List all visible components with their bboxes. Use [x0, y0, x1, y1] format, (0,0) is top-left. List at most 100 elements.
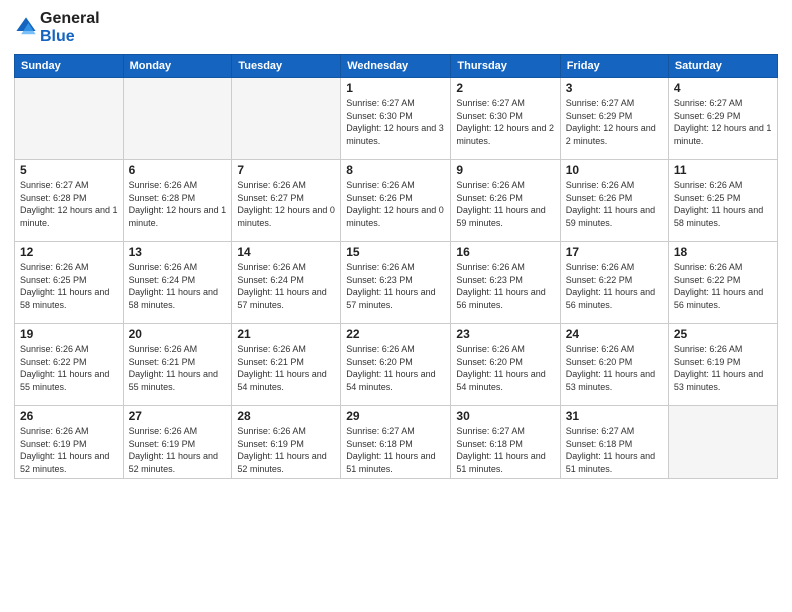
- calendar-cell: 29 Sunrise: 6:27 AM Sunset: 6:18 PM Dayli…: [341, 406, 451, 479]
- day-number: 17: [566, 245, 663, 259]
- page: General Blue Sunday Monday Tuesday Wedne…: [0, 0, 792, 612]
- calendar-cell: 12 Sunrise: 6:26 AM Sunset: 6:25 PM Dayli…: [15, 242, 124, 324]
- day-number: 27: [129, 409, 227, 423]
- day-number: 31: [566, 409, 663, 423]
- calendar-cell: 13Sunrise: 6:26 AM Sunset: 6:24 PM Dayli…: [123, 242, 232, 324]
- day-info: Sunrise: 6:27 AM Sunset: 6:29 PM Dayligh…: [674, 97, 772, 147]
- day-info: Sunrise: 6:26 AM Sunset: 6:26 PM Dayligh…: [456, 179, 554, 229]
- header: General Blue: [14, 10, 778, 46]
- logo-line1: General: [40, 10, 100, 28]
- day-number: 11: [674, 163, 772, 177]
- calendar-cell: 15 Sunrise: 6:26 AM Sunset: 6:23 PM Dayli…: [341, 242, 451, 324]
- col-monday: Monday: [123, 55, 232, 78]
- calendar-cell: 25 Sunrise: 6:26 AM Sunset: 6:19 PM Dayli…: [668, 324, 777, 406]
- day-number: 14: [237, 245, 335, 259]
- day-info: Sunrise: 6:26 AM Sunset: 6:21 PM Dayligh…: [129, 343, 227, 393]
- day-info: Sunrise: 6:27 AM Sunset: 6:30 PM Dayligh…: [456, 97, 554, 147]
- calendar-cell: 11Sunrise: 6:26 AM Sunset: 6:25 PM Dayli…: [668, 160, 777, 242]
- day-info: Sunrise: 6:26 AM Sunset: 6:21 PM Dayligh…: [237, 343, 335, 393]
- day-info: Sunrise: 6:26 AM Sunset: 6:26 PM Dayligh…: [566, 179, 663, 229]
- day-info: Sunrise: 6:26 AM Sunset: 6:22 PM Dayligh…: [20, 343, 118, 393]
- day-number: 7: [237, 163, 335, 177]
- day-number: 26: [20, 409, 118, 423]
- col-sunday: Sunday: [15, 55, 124, 78]
- col-thursday: Thursday: [451, 55, 560, 78]
- day-number: 23: [456, 327, 554, 341]
- calendar-cell: 30 Sunrise: 6:27 AM Sunset: 6:18 PM Dayli…: [451, 406, 560, 479]
- calendar-cell: 10 Sunrise: 6:26 AM Sunset: 6:26 PM Dayli…: [560, 160, 668, 242]
- day-info: Sunrise: 6:26 AM Sunset: 6:19 PM Dayligh…: [674, 343, 772, 393]
- calendar-cell: [15, 78, 124, 160]
- day-number: 18: [674, 245, 772, 259]
- day-info: Sunrise: 6:26 AM Sunset: 6:19 PM Dayligh…: [237, 425, 335, 475]
- day-number: 9: [456, 163, 554, 177]
- day-info: Sunrise: 6:26 AM Sunset: 6:26 PM Dayligh…: [346, 179, 445, 229]
- col-tuesday: Tuesday: [232, 55, 341, 78]
- logo-icon: [14, 15, 38, 39]
- day-number: 3: [566, 81, 663, 95]
- day-number: 15: [346, 245, 445, 259]
- day-number: 5: [20, 163, 118, 177]
- day-number: 2: [456, 81, 554, 95]
- calendar-cell: 27 Sunrise: 6:26 AM Sunset: 6:19 PM Dayli…: [123, 406, 232, 479]
- day-number: 28: [237, 409, 335, 423]
- col-friday: Friday: [560, 55, 668, 78]
- calendar-cell: 26 Sunrise: 6:26 AM Sunset: 6:19 PM Dayli…: [15, 406, 124, 479]
- day-number: 16: [456, 245, 554, 259]
- day-number: 20: [129, 327, 227, 341]
- day-info: Sunrise: 6:26 AM Sunset: 6:19 PM Dayligh…: [20, 425, 118, 475]
- day-number: 8: [346, 163, 445, 177]
- logo: General Blue: [14, 10, 100, 46]
- calendar-cell: [668, 406, 777, 479]
- day-info: Sunrise: 6:26 AM Sunset: 6:24 PM Dayligh…: [129, 261, 227, 311]
- day-info: Sunrise: 6:26 AM Sunset: 6:25 PM Dayligh…: [20, 261, 118, 311]
- calendar-cell: 3 Sunrise: 6:27 AM Sunset: 6:29 PM Daylig…: [560, 78, 668, 160]
- calendar-cell: 20 Sunrise: 6:26 AM Sunset: 6:21 PM Dayli…: [123, 324, 232, 406]
- day-info: Sunrise: 6:26 AM Sunset: 6:20 PM Dayligh…: [346, 343, 445, 393]
- calendar-cell: 24Sunrise: 6:26 AM Sunset: 6:20 PM Dayli…: [560, 324, 668, 406]
- day-number: 21: [237, 327, 335, 341]
- calendar-cell: 1 Sunrise: 6:27 AM Sunset: 6:30 PM Daylig…: [341, 78, 451, 160]
- day-number: 6: [129, 163, 227, 177]
- calendar-cell: [123, 78, 232, 160]
- day-info: Sunrise: 6:27 AM Sunset: 6:29 PM Dayligh…: [566, 97, 663, 147]
- calendar-cell: 9 Sunrise: 6:26 AM Sunset: 6:26 PM Daylig…: [451, 160, 560, 242]
- calendar-cell: 2 Sunrise: 6:27 AM Sunset: 6:30 PM Daylig…: [451, 78, 560, 160]
- calendar-cell: 31Sunrise: 6:27 AM Sunset: 6:18 PM Dayli…: [560, 406, 668, 479]
- calendar-cell: 17 Sunrise: 6:26 AM Sunset: 6:22 PM Dayli…: [560, 242, 668, 324]
- day-number: 24: [566, 327, 663, 341]
- day-number: 19: [20, 327, 118, 341]
- day-info: Sunrise: 6:27 AM Sunset: 6:18 PM Dayligh…: [346, 425, 445, 475]
- calendar-cell: 16 Sunrise: 6:26 AM Sunset: 6:23 PM Dayli…: [451, 242, 560, 324]
- calendar-cell: 8 Sunrise: 6:26 AM Sunset: 6:26 PM Daylig…: [341, 160, 451, 242]
- col-wednesday: Wednesday: [341, 55, 451, 78]
- day-number: 12: [20, 245, 118, 259]
- day-info: Sunrise: 6:26 AM Sunset: 6:23 PM Dayligh…: [456, 261, 554, 311]
- calendar-cell: 6 Sunrise: 6:26 AM Sunset: 6:28 PM Daylig…: [123, 160, 232, 242]
- col-saturday: Saturday: [668, 55, 777, 78]
- day-number: 29: [346, 409, 445, 423]
- calendar-cell: 7 Sunrise: 6:26 AM Sunset: 6:27 PM Daylig…: [232, 160, 341, 242]
- calendar-cell: 21 Sunrise: 6:26 AM Sunset: 6:21 PM Dayli…: [232, 324, 341, 406]
- day-number: 22: [346, 327, 445, 341]
- day-number: 30: [456, 409, 554, 423]
- day-info: Sunrise: 6:27 AM Sunset: 6:30 PM Dayligh…: [346, 97, 445, 147]
- calendar-cell: 22 Sunrise: 6:26 AM Sunset: 6:20 PM Dayli…: [341, 324, 451, 406]
- day-info: Sunrise: 6:26 AM Sunset: 6:22 PM Dayligh…: [566, 261, 663, 311]
- calendar-cell: 5Sunrise: 6:27 AM Sunset: 6:28 PM Daylig…: [15, 160, 124, 242]
- calendar-cell: 28 Sunrise: 6:26 AM Sunset: 6:19 PM Dayli…: [232, 406, 341, 479]
- day-number: 1: [346, 81, 445, 95]
- day-info: Sunrise: 6:26 AM Sunset: 6:24 PM Dayligh…: [237, 261, 335, 311]
- calendar-cell: 18Sunrise: 6:26 AM Sunset: 6:22 PM Dayli…: [668, 242, 777, 324]
- calendar-cell: 4Sunrise: 6:27 AM Sunset: 6:29 PM Daylig…: [668, 78, 777, 160]
- day-info: Sunrise: 6:26 AM Sunset: 6:23 PM Dayligh…: [346, 261, 445, 311]
- day-info: Sunrise: 6:26 AM Sunset: 6:19 PM Dayligh…: [129, 425, 227, 475]
- calendar-table: Sunday Monday Tuesday Wednesday Thursday…: [14, 54, 778, 479]
- day-number: 25: [674, 327, 772, 341]
- day-info: Sunrise: 6:26 AM Sunset: 6:27 PM Dayligh…: [237, 179, 335, 229]
- calendar-cell: 14 Sunrise: 6:26 AM Sunset: 6:24 PM Dayli…: [232, 242, 341, 324]
- logo-line2: Blue: [40, 28, 100, 46]
- day-number: 10: [566, 163, 663, 177]
- day-info: Sunrise: 6:27 AM Sunset: 6:18 PM Dayligh…: [456, 425, 554, 475]
- day-info: Sunrise: 6:26 AM Sunset: 6:28 PM Dayligh…: [129, 179, 227, 229]
